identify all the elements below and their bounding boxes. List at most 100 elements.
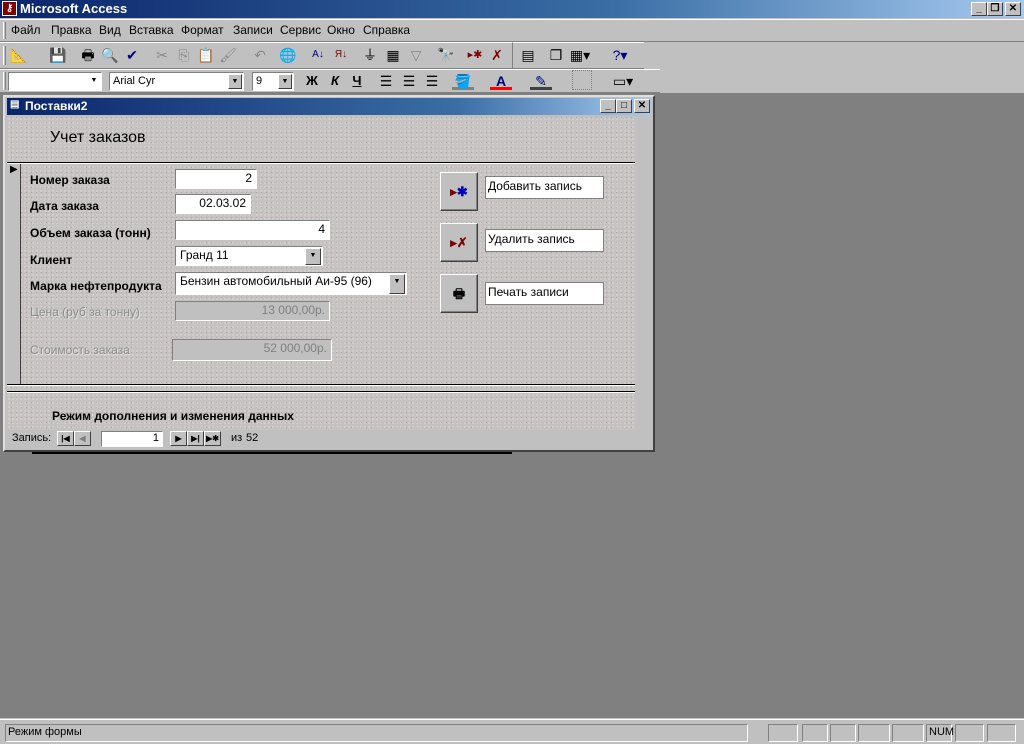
- previous-record-button[interactable]: ◀: [74, 431, 91, 446]
- form-close-button[interactable]: ✕: [634, 99, 650, 113]
- next-record-button[interactable]: ▶: [170, 431, 187, 446]
- form-minimize-button[interactable]: _: [600, 99, 616, 113]
- hyperlink-icon[interactable]: 🌐: [277, 44, 299, 66]
- app-title-bar: ⚷ Microsoft Access _ ❐ ✕: [0, 0, 1024, 18]
- volume-input[interactable]: 4: [175, 220, 330, 240]
- border-width-icon[interactable]: [572, 70, 592, 90]
- view-design-icon[interactable]: 📐: [8, 44, 30, 66]
- new-object-icon[interactable]: ▦▾: [569, 44, 591, 66]
- record-selector[interactable]: ▶: [7, 164, 21, 384]
- client-label: Клиент: [30, 253, 73, 267]
- cut-icon[interactable]: ✂: [151, 44, 173, 66]
- menu-insert[interactable]: Вставка: [129, 23, 174, 37]
- add-record-button[interactable]: ▸✱: [440, 172, 478, 211]
- print-icon[interactable]: 🖶: [77, 44, 99, 66]
- status-text: Режим формы: [5, 724, 748, 742]
- form-window-title: Поставки2: [25, 99, 88, 113]
- special-effect-icon[interactable]: ▭▾: [612, 70, 634, 92]
- status-panel: [987, 724, 1016, 742]
- form-maximize-button[interactable]: □: [616, 99, 632, 113]
- database-window-icon[interactable]: ❐: [545, 44, 567, 66]
- align-center-icon[interactable]: ☰: [398, 70, 420, 92]
- client-value: Гранд 11: [180, 248, 229, 262]
- menu-window[interactable]: Окно: [327, 23, 355, 37]
- menu-file[interactable]: Файл: [11, 23, 41, 37]
- paste-icon[interactable]: 📋: [195, 44, 217, 66]
- align-right-icon[interactable]: ☰: [421, 70, 443, 92]
- sort-ascending-icon[interactable]: А↓: [307, 44, 329, 66]
- properties-icon[interactable]: ▤: [517, 44, 539, 66]
- chevron-down-icon[interactable]: ▼: [278, 74, 292, 89]
- font-size-select[interactable]: 9 ▼: [252, 72, 294, 91]
- undo-icon[interactable]: ↶: [249, 44, 271, 66]
- app-title: Microsoft Access: [20, 1, 128, 16]
- status-bar: Режим формы NUM: [0, 719, 1024, 744]
- client-combo[interactable]: Гранд 11 ▼: [175, 246, 323, 266]
- restore-button[interactable]: ❐: [987, 2, 1003, 16]
- delete-record-icon[interactable]: ✗: [486, 44, 508, 66]
- order-date-input[interactable]: 02.03.02: [175, 194, 251, 214]
- format-painter-icon[interactable]: 🖌: [217, 44, 239, 66]
- fill-color-icon[interactable]: 🪣: [452, 70, 474, 90]
- save-icon[interactable]: 💾: [47, 44, 69, 66]
- delete-record-button[interactable]: ▸✗: [440, 223, 478, 262]
- menu-help[interactable]: Справка: [363, 23, 410, 37]
- formatting-toolbar: ▼ Arial Cyr ▼ 9 ▼ Ж К Ч ☰ ☰ ☰ 🪣 A ✎ ▭▾: [0, 69, 660, 93]
- delete-record-caption: Удалить запись: [485, 229, 604, 252]
- filter-by-selection-icon[interactable]: ⏚: [359, 44, 381, 66]
- product-combo[interactable]: Бензин автомобильный Аи-95 (96) ▼: [175, 272, 407, 295]
- current-record-icon: ▶: [10, 164, 18, 175]
- order-number-input[interactable]: 2: [175, 169, 257, 189]
- record-number-input[interactable]: 1: [101, 431, 163, 447]
- menu-records[interactable]: Записи: [233, 23, 273, 37]
- status-panel: [858, 724, 890, 742]
- find-icon[interactable]: 🔭: [435, 44, 457, 66]
- help-icon[interactable]: ?▾: [609, 44, 631, 66]
- new-record-nav-button[interactable]: ▶✱: [204, 431, 221, 446]
- chevron-down-icon[interactable]: ▼: [389, 274, 405, 294]
- chevron-down-icon[interactable]: ▼: [305, 248, 321, 265]
- first-record-button[interactable]: |◀: [57, 431, 74, 446]
- menu-edit[interactable]: Правка: [51, 23, 92, 37]
- order-date-label: Дата заказа: [30, 199, 99, 213]
- form-title-bar: ▤ Поставки2 _ □ ✕: [7, 98, 651, 115]
- form-icon: ▤: [10, 99, 20, 110]
- form-body: Учет заказов ▶ Номер заказа 2 Дата заказ…: [7, 117, 635, 430]
- font-color-icon[interactable]: A: [490, 70, 512, 90]
- menu-format[interactable]: Формат: [181, 23, 224, 37]
- chevron-down-icon[interactable]: ▼: [228, 74, 242, 89]
- record-of-label: из: [231, 432, 243, 444]
- printer-icon: 🖶: [452, 286, 466, 301]
- menu-view[interactable]: Вид: [99, 23, 121, 37]
- underline-button[interactable]: Ч: [346, 70, 368, 92]
- new-record-icon[interactable]: ▸✱: [464, 44, 486, 66]
- sort-descending-icon[interactable]: Я↓: [330, 44, 352, 66]
- delete-record-icon: ▸✗: [450, 235, 468, 250]
- new-record-icon: ▸✱: [450, 184, 468, 199]
- line-color-icon[interactable]: ✎: [530, 70, 552, 90]
- form-window: ▤ Поставки2 _ □ ✕ Учет заказов ▶ Номер з…: [3, 95, 655, 452]
- align-left-icon[interactable]: ☰: [375, 70, 397, 92]
- minimize-button[interactable]: _: [971, 2, 987, 16]
- menu-tools[interactable]: Сервис: [280, 23, 321, 37]
- divider: [7, 391, 635, 393]
- divider: [7, 384, 635, 386]
- num-lock-indicator: NUM: [926, 724, 954, 742]
- font-size-value: 9: [256, 75, 263, 87]
- print-record-button[interactable]: 🖶: [440, 274, 478, 313]
- font-select[interactable]: Arial Cyr ▼: [109, 72, 244, 91]
- last-record-button[interactable]: ▶|: [187, 431, 204, 446]
- volume-label: Объем заказа (тонн): [30, 226, 151, 240]
- spelling-icon[interactable]: ✔: [121, 44, 143, 66]
- italic-button[interactable]: К: [324, 70, 346, 92]
- copy-icon[interactable]: ⎘: [173, 44, 195, 66]
- apply-filter-icon[interactable]: ▽: [405, 44, 427, 66]
- chevron-down-icon[interactable]: ▼: [87, 73, 101, 89]
- access-key-icon: ⚷: [2, 1, 17, 16]
- close-button[interactable]: ✕: [1005, 2, 1021, 16]
- bold-button[interactable]: Ж: [301, 70, 323, 92]
- cost-input: 52 000,00р.: [172, 339, 332, 361]
- record-total: 52: [246, 432, 259, 444]
- print-preview-icon[interactable]: 🔍: [99, 44, 121, 66]
- filter-by-form-icon[interactable]: ▦: [382, 44, 404, 66]
